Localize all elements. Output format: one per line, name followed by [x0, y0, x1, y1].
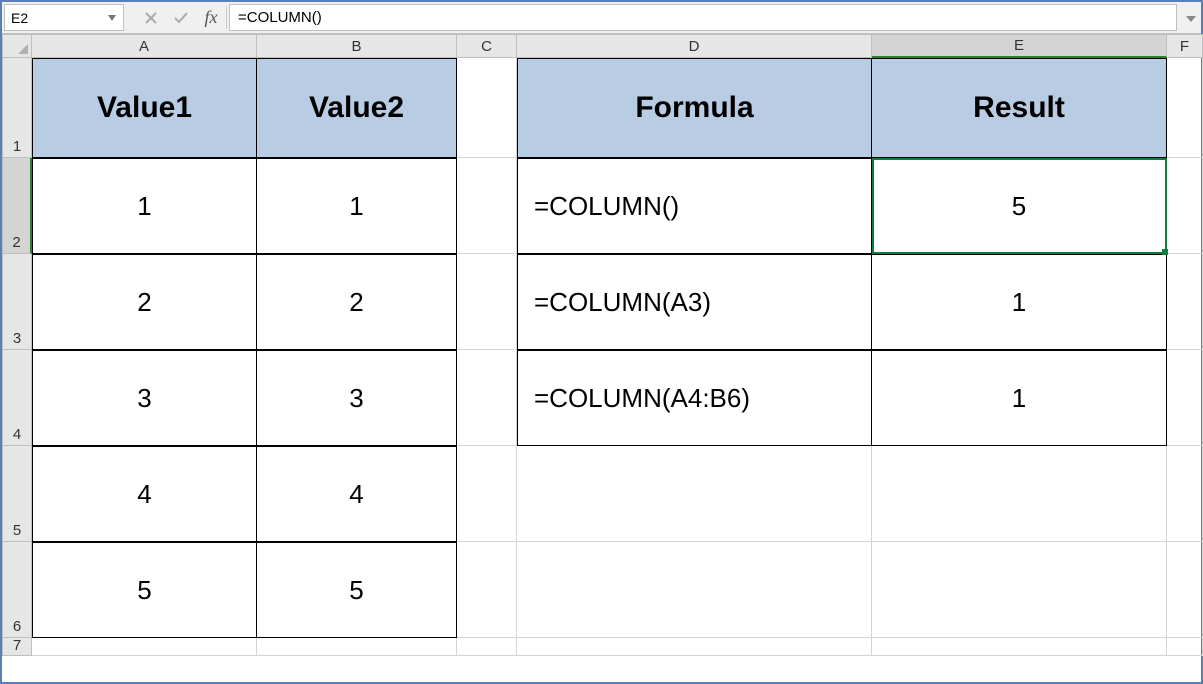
col-header-F[interactable]: F [1167, 34, 1203, 58]
spreadsheet-grid: A B C D E F 1 Value1 Value2 Formula Resu… [2, 34, 1201, 656]
confirm-icon[interactable] [166, 2, 196, 33]
cell-F5[interactable] [1167, 446, 1203, 542]
cell-B6[interactable]: 5 [257, 542, 457, 638]
cell-D5[interactable] [517, 446, 872, 542]
cell-D4[interactable]: =COLUMN(A4:B6) [517, 350, 872, 446]
cell-A4[interactable]: 3 [32, 350, 257, 446]
cell-D3[interactable]: =COLUMN(A3) [517, 254, 872, 350]
cell-F3[interactable] [1167, 254, 1203, 350]
cell-B2[interactable]: 1 [257, 158, 457, 254]
formula-input[interactable]: =COLUMN() [229, 4, 1177, 31]
fx-icon[interactable]: fx [196, 2, 226, 33]
cell-E1[interactable]: Result [872, 58, 1167, 158]
row-header-5[interactable]: 5 [2, 446, 32, 542]
cancel-icon[interactable] [136, 2, 166, 33]
row-header-1[interactable]: 1 [2, 58, 32, 158]
cell-D2[interactable]: =COLUMN() [517, 158, 872, 254]
row-header-3[interactable]: 3 [2, 254, 32, 350]
cell-E6[interactable] [872, 542, 1167, 638]
cell-D6[interactable] [517, 542, 872, 638]
cell-E4[interactable]: 1 [872, 350, 1167, 446]
cell-B3[interactable]: 2 [257, 254, 457, 350]
cell-A3[interactable]: 2 [32, 254, 257, 350]
name-box[interactable]: E2 [4, 4, 124, 31]
row-header-6[interactable]: 6 [2, 542, 32, 638]
expand-formula-bar-icon[interactable] [1181, 2, 1201, 33]
formula-input-value: =COLUMN() [238, 9, 322, 26]
cell-C6[interactable] [457, 542, 517, 638]
formula-bar: E2 fx =COLUMN() [2, 2, 1201, 34]
name-box-value: E2 [11, 10, 107, 26]
cell-B1[interactable]: Value2 [257, 58, 457, 158]
col-header-D[interactable]: D [517, 34, 872, 58]
row-header-2[interactable]: 2 [2, 158, 32, 254]
cell-A5[interactable]: 4 [32, 446, 257, 542]
cell-E5[interactable] [872, 446, 1167, 542]
cell-B5[interactable]: 4 [257, 446, 457, 542]
cell-F1[interactable] [1167, 58, 1203, 158]
cell-A7[interactable] [32, 638, 257, 656]
cell-C2[interactable] [457, 158, 517, 254]
cell-A2[interactable]: 1 [32, 158, 257, 254]
cell-A6[interactable]: 5 [32, 542, 257, 638]
row-header-7[interactable]: 7 [2, 638, 32, 656]
select-all-button[interactable] [2, 34, 32, 58]
cell-C1[interactable] [457, 58, 517, 158]
cell-B4[interactable]: 3 [257, 350, 457, 446]
row-header-4[interactable]: 4 [2, 350, 32, 446]
cell-E7[interactable] [872, 638, 1167, 656]
cell-B7[interactable] [257, 638, 457, 656]
col-header-C[interactable]: C [457, 34, 517, 58]
cell-C4[interactable] [457, 350, 517, 446]
cell-E2[interactable]: 5 [872, 158, 1167, 254]
cell-F2[interactable] [1167, 158, 1203, 254]
col-header-B[interactable]: B [257, 34, 457, 58]
col-header-A[interactable]: A [32, 34, 257, 58]
cell-D7[interactable] [517, 638, 872, 656]
cell-E3[interactable]: 1 [872, 254, 1167, 350]
cell-C3[interactable] [457, 254, 517, 350]
cell-C5[interactable] [457, 446, 517, 542]
chevron-down-icon[interactable] [107, 13, 117, 23]
cell-F6[interactable] [1167, 542, 1203, 638]
cell-F4[interactable] [1167, 350, 1203, 446]
cell-D1[interactable]: Formula [517, 58, 872, 158]
cell-C7[interactable] [457, 638, 517, 656]
col-header-E[interactable]: E [872, 34, 1167, 58]
cell-F7[interactable] [1167, 638, 1203, 656]
cell-A1[interactable]: Value1 [32, 58, 257, 158]
